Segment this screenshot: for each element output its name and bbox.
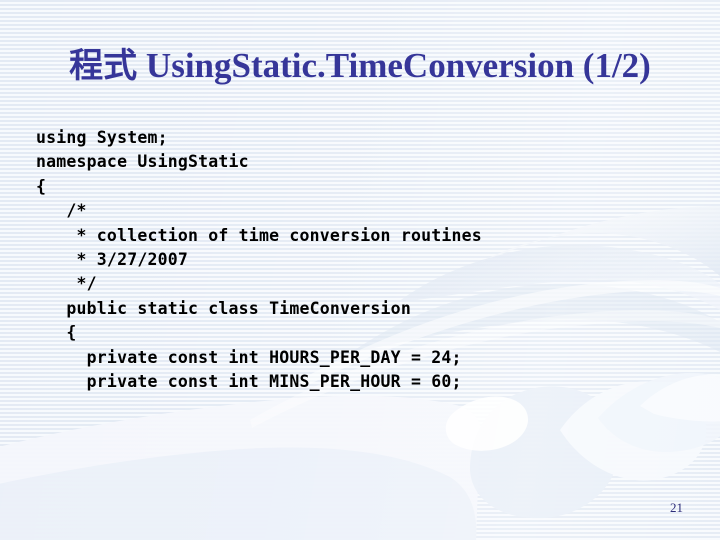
slide-canvas: 程式 UsingStatic.TimeConversion (1/2) usin…: [0, 0, 720, 540]
code-line: namespace UsingStatic: [36, 152, 249, 172]
slide-title-latin: UsingStatic.TimeConversion (1/2): [137, 46, 651, 85]
code-line: public static class TimeConversion: [36, 298, 411, 318]
code-line: {: [36, 176, 47, 196]
code-line: */: [36, 274, 97, 294]
code-line: {: [36, 323, 77, 343]
slide-title-cjk: 程式: [69, 46, 138, 86]
slide-title: 程式 UsingStatic.TimeConversion (1/2): [0, 44, 720, 88]
code-line: * collection of time conversion routines: [36, 225, 482, 245]
code-line: private const int MINS_PER_HOUR = 60;: [36, 371, 462, 391]
code-line: using System;: [36, 128, 168, 147]
code-line: * 3/27/2007: [36, 249, 189, 269]
code-block: using System; namespace UsingStatic { /* *…: [36, 126, 684, 394]
code-line: private const int HOURS_PER_DAY = 24;: [36, 347, 462, 367]
code-line: /*: [36, 201, 87, 221]
page-number: 21: [670, 500, 683, 515]
